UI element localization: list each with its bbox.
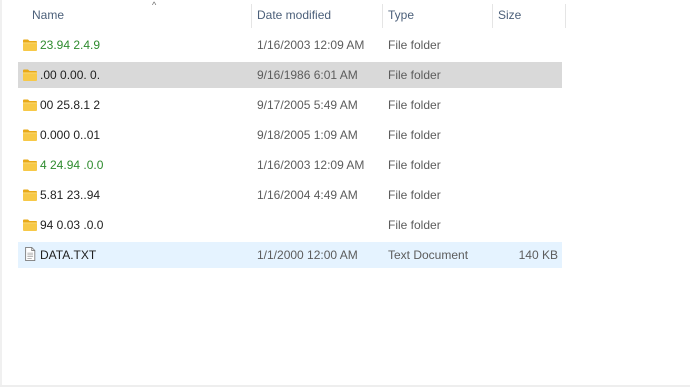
file-date-modified xyxy=(257,212,385,238)
file-size xyxy=(492,92,558,118)
file-explorer-window: Name ^ Date modified Type Size 23.94 2.4… xyxy=(0,0,690,387)
file-size xyxy=(492,62,558,88)
column-header-date-label: Date modified xyxy=(257,8,332,22)
file-row[interactable]: 94 0.03 .0.0 File folder xyxy=(18,212,562,238)
file-type: File folder xyxy=(388,38,441,52)
file-date-modified: 1/16/2003 12:09 AM xyxy=(257,38,365,52)
file-name: 00 25.8.1 2 xyxy=(40,98,101,112)
folder-icon xyxy=(22,218,38,232)
file-size xyxy=(492,122,558,148)
file-name: DATA.TXT xyxy=(40,248,97,262)
file-date-modified: 1/16/2004 4:49 AM xyxy=(257,188,358,202)
folder-icon xyxy=(22,98,38,112)
column-header-size[interactable]: Size xyxy=(492,0,566,30)
folder-icon xyxy=(22,188,38,202)
window-left-border xyxy=(0,0,2,387)
file-row[interactable]: 5.81 23..94 1/16/2004 4:49 AM File folde… xyxy=(18,182,562,208)
file-date-modified: 1/16/2003 12:09 AM xyxy=(257,158,365,172)
column-header-type-label: Type xyxy=(388,8,415,22)
file-size: 140 KB xyxy=(518,248,558,262)
file-name: 5.81 23..94 xyxy=(40,188,101,202)
file-date-modified: 9/17/2005 5:49 AM xyxy=(257,98,358,112)
file-name: .00 0.00. 0. xyxy=(40,68,101,82)
file-type: File folder xyxy=(388,188,441,202)
file-size xyxy=(492,32,558,58)
file-date-modified: 9/18/2005 1:09 AM xyxy=(257,128,358,142)
column-header-type[interactable]: Type xyxy=(382,0,492,30)
file-name: 94 0.03 .0.0 xyxy=(40,218,104,232)
folder-icon xyxy=(22,158,38,172)
file-type: Text Document xyxy=(388,248,469,262)
text-document-icon xyxy=(22,247,38,262)
file-size xyxy=(492,182,558,208)
column-header-name-label: Name xyxy=(32,8,65,22)
folder-icon xyxy=(22,68,38,82)
column-header-date[interactable]: Date modified xyxy=(251,0,382,30)
file-name: 4 24.94 .0.0 xyxy=(40,158,104,172)
file-type: File folder xyxy=(388,128,441,142)
file-date-modified: 1/1/2000 12:00 AM xyxy=(257,248,358,262)
file-type: File folder xyxy=(388,218,441,232)
file-type: File folder xyxy=(388,98,441,112)
file-name: 0.000 0..01 xyxy=(40,128,101,142)
column-header-name[interactable]: Name ^ xyxy=(18,0,251,30)
file-type: File folder xyxy=(388,68,441,82)
file-row[interactable]: 23.94 2.4.9 1/16/2003 12:09 AM File fold… xyxy=(18,32,562,58)
file-row[interactable]: 00 25.8.1 2 9/17/2005 5:49 AM File folde… xyxy=(18,92,562,118)
file-date-modified: 9/16/1986 6:01 AM xyxy=(257,68,358,82)
file-row[interactable]: .00 0.00. 0. 9/16/1986 6:01 AM File fold… xyxy=(18,62,562,88)
file-size xyxy=(492,152,558,178)
file-row[interactable]: 4 24.94 .0.0 1/16/2003 12:09 AM File fol… xyxy=(18,152,562,178)
file-row[interactable]: 0.000 0..01 9/18/2005 1:09 AM File folde… xyxy=(18,122,562,148)
file-name: 23.94 2.4.9 xyxy=(40,38,101,52)
file-size xyxy=(492,212,558,238)
column-divider[interactable] xyxy=(565,4,566,28)
column-header-size-label: Size xyxy=(498,8,522,22)
file-row[interactable]: DATA.TXT 1/1/2000 12:00 AM Text Document… xyxy=(18,242,562,268)
sort-ascending-icon: ^ xyxy=(152,0,157,10)
folder-icon xyxy=(22,38,38,52)
file-list: 23.94 2.4.9 1/16/2003 12:09 AM File fold… xyxy=(18,32,562,272)
column-header-bar: Name ^ Date modified Type Size xyxy=(18,0,566,30)
file-type: File folder xyxy=(388,158,441,172)
folder-icon xyxy=(22,128,38,142)
